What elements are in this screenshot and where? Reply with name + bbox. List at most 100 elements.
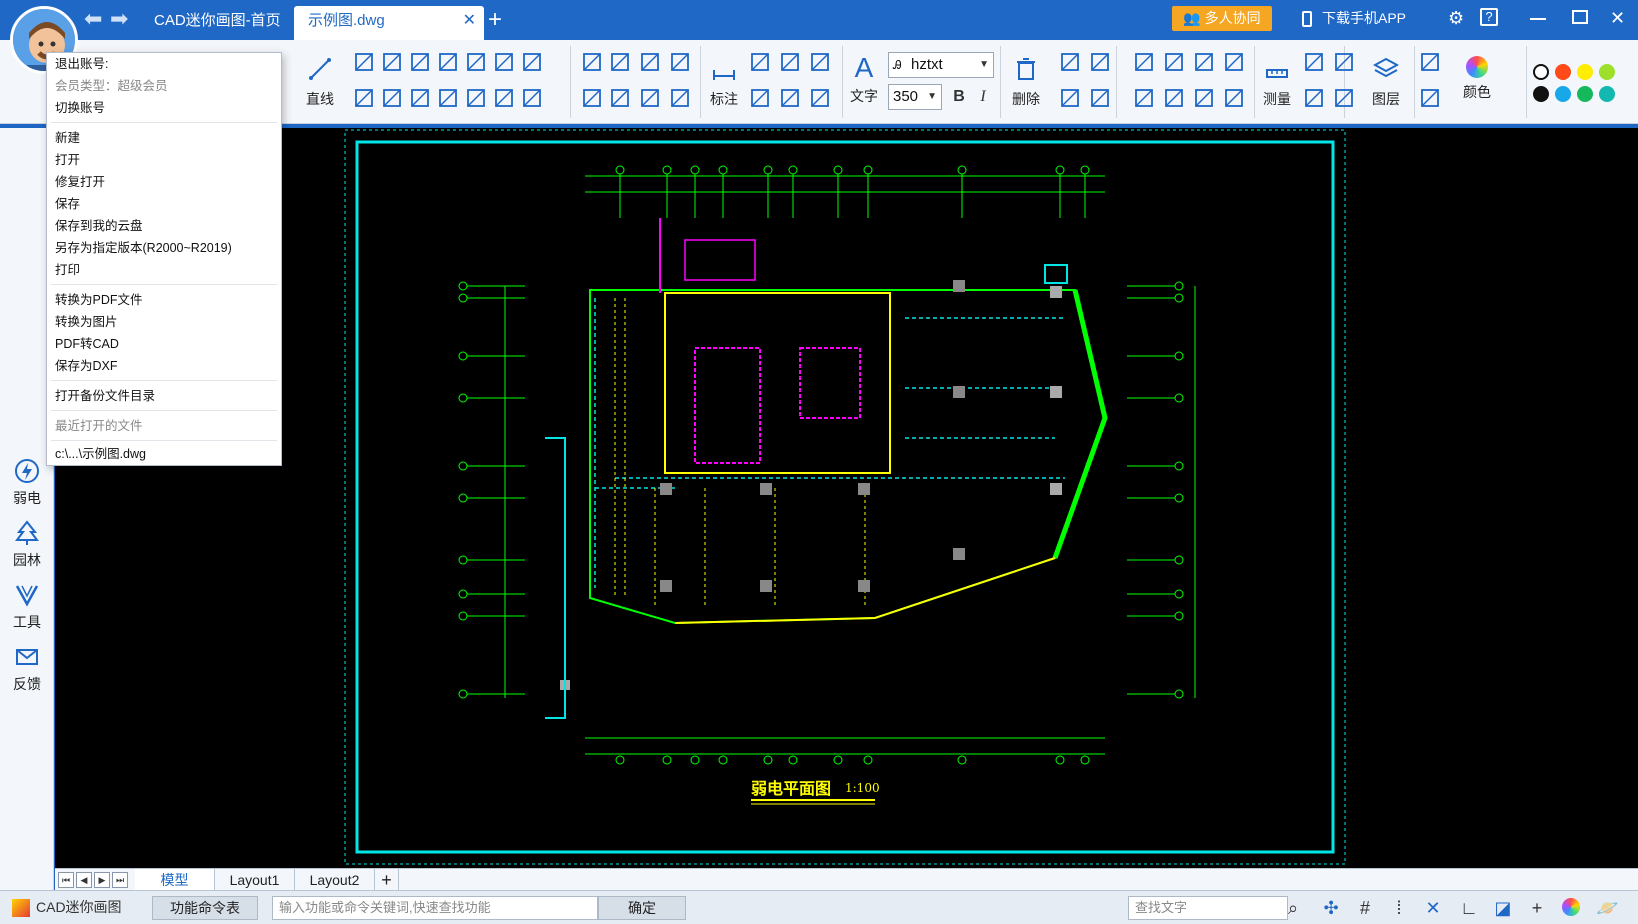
- rotate-tool-icon[interactable]: [1330, 48, 1356, 74]
- window-close-icon[interactable]: ✕: [1610, 8, 1625, 28]
- trim-tool-icon[interactable]: [434, 48, 460, 74]
- menu-item-save-as-version[interactable]: 另存为指定版本(R2000~R2019): [55, 239, 232, 257]
- copy-tool-icon[interactable]: [406, 84, 432, 110]
- tab-model[interactable]: 模型: [135, 869, 215, 891]
- download-app-button[interactable]: 下载手机APP: [1302, 8, 1406, 28]
- search-icon[interactable]: ⌕: [1282, 898, 1304, 920]
- menu-item-to-pdf[interactable]: 转换为PDF文件: [55, 291, 143, 309]
- swatch-red[interactable]: [1555, 64, 1571, 80]
- menu-item-logout[interactable]: 退出账号:: [55, 55, 108, 73]
- layer-tool[interactable]: 图层: [1368, 56, 1404, 109]
- swatch-yellow[interactable]: [1577, 64, 1593, 80]
- color-tool[interactable]: 颜色: [1460, 56, 1494, 102]
- rotate-tool-icon[interactable]: [490, 48, 516, 74]
- draft-icon[interactable]: ◪: [1492, 898, 1514, 920]
- menu-item-switch-account[interactable]: 切换账号: [55, 99, 105, 117]
- copy-tool-icon[interactable]: [1190, 84, 1216, 110]
- menu-item-save[interactable]: 保存: [55, 195, 80, 213]
- tab-home[interactable]: CAD迷你画图-首页: [140, 6, 290, 40]
- snap-icon[interactable]: ✣: [1320, 898, 1342, 920]
- table-tool-icon[interactable]: [1086, 84, 1112, 110]
- help-icon[interactable]: ?: [1480, 8, 1498, 26]
- back-arrow-icon[interactable]: ⬅: [84, 8, 102, 30]
- trim-tool-icon[interactable]: [746, 48, 772, 74]
- move-tool-icon[interactable]: [1190, 48, 1216, 74]
- arc-tool-icon[interactable]: [606, 84, 632, 110]
- swatch-teal[interactable]: [1599, 86, 1615, 102]
- minimize-icon[interactable]: [1530, 18, 1546, 20]
- menu-item-repair-open[interactable]: 修复打开: [55, 173, 105, 191]
- circle-tool-icon[interactable]: [636, 84, 662, 110]
- trim-tool-icon[interactable]: [1220, 48, 1246, 74]
- tab-layout1[interactable]: Layout1: [215, 869, 295, 891]
- rect-tool-icon[interactable]: [1160, 48, 1186, 74]
- polyline-tool-icon[interactable]: [350, 48, 376, 74]
- polyline-tool-icon[interactable]: [606, 48, 632, 74]
- hatch-tool-icon[interactable]: [1300, 84, 1326, 110]
- menu-item-save-dxf[interactable]: 保存为DXF: [55, 357, 118, 375]
- mirror-tool-icon[interactable]: [1330, 84, 1356, 110]
- orbit-icon[interactable]: 🪐: [1596, 898, 1618, 920]
- forward-arrow-icon[interactable]: ➡: [110, 8, 128, 30]
- first-tab-icon[interactable]: ⏮: [58, 872, 74, 888]
- extend-tool-icon[interactable]: [776, 48, 802, 74]
- ok-button[interactable]: 确定: [598, 896, 686, 920]
- menu-item-recent-file[interactable]: c:\...\示例图.dwg: [55, 445, 146, 463]
- swatch-green[interactable]: [1577, 86, 1593, 102]
- next-tab-icon[interactable]: ▶: [94, 872, 110, 888]
- tab-file[interactable]: 示例图.dwg ✕: [294, 6, 484, 40]
- swatch-white[interactable]: [1533, 64, 1549, 80]
- offset-tool-icon[interactable]: [1220, 84, 1246, 110]
- table-tool-icon[interactable]: [578, 84, 604, 110]
- menu-item-new[interactable]: 新建: [55, 129, 80, 147]
- copy-tool-icon[interactable]: [666, 84, 692, 110]
- prev-tab-icon[interactable]: ◀: [76, 872, 92, 888]
- tab-layout2[interactable]: Layout2: [295, 869, 375, 891]
- sidebar-item-garden[interactable]: 园林: [0, 520, 54, 570]
- extend-tool-icon[interactable]: [462, 48, 488, 74]
- move-tool-icon[interactable]: [666, 48, 692, 74]
- text-tool[interactable]: A 文字: [848, 54, 880, 106]
- cad-drawing[interactable]: 弱电平面图 1:100: [55, 128, 1638, 868]
- sidebar-item-feedback[interactable]: 反馈: [0, 644, 54, 694]
- offset-tool-icon[interactable]: [434, 84, 460, 110]
- menu-item-to-image[interactable]: 转换为图片: [55, 313, 118, 331]
- add-tab-icon[interactable]: +: [488, 6, 502, 34]
- circle-tool-icon[interactable]: [378, 84, 404, 110]
- rotate-tool-icon[interactable]: [806, 48, 832, 74]
- add-layout-icon[interactable]: +: [375, 869, 399, 891]
- bold-button[interactable]: B: [946, 84, 972, 110]
- menu-item-pdf-to-cad[interactable]: PDF转CAD: [55, 335, 119, 353]
- close-icon[interactable]: ✕: [463, 6, 476, 36]
- font-select[interactable]: Ꭿ hztxt ▼: [888, 52, 994, 78]
- drawing-canvas[interactable]: 弱电平面图 1:100: [55, 128, 1638, 868]
- menu-item-open[interactable]: 打开: [55, 151, 80, 169]
- array-tool-icon[interactable]: [518, 84, 544, 110]
- polyline-tool-icon[interactable]: [1130, 48, 1156, 74]
- delete-tool[interactable]: 删除: [1008, 56, 1044, 109]
- insert-tool-icon[interactable]: [1086, 48, 1112, 74]
- ortho-icon[interactable]: ✕: [1422, 898, 1444, 920]
- command-search-input[interactable]: 输入功能或命令关键词,快速查找功能: [272, 896, 598, 920]
- color-wheel-status-icon[interactable]: [1560, 898, 1582, 920]
- hatch-tool-icon[interactable]: [462, 84, 488, 110]
- collaboration-button[interactable]: 👥 多人协同: [1172, 6, 1272, 31]
- mirror-tool-icon[interactable]: [806, 84, 832, 110]
- grid-icon[interactable]: #: [1354, 898, 1376, 920]
- array-tool-icon[interactable]: [1416, 84, 1442, 110]
- last-tab-icon[interactable]: ⏭: [112, 872, 128, 888]
- rect-tool-icon[interactable]: [636, 48, 662, 74]
- sidebar-item-tools[interactable]: 工具: [0, 582, 54, 632]
- font-size-select[interactable]: 350 ▼: [888, 84, 942, 110]
- swatch-lime[interactable]: [1599, 64, 1615, 80]
- rect-tool-icon[interactable]: [378, 48, 404, 74]
- gear-icon[interactable]: ⚙: [1448, 8, 1464, 28]
- menu-item-print[interactable]: 打印: [55, 261, 80, 279]
- menu-item-save-to-cloud[interactable]: 保存到我的云盘: [55, 217, 143, 235]
- arc-tool-icon[interactable]: [1130, 84, 1156, 110]
- angle-icon[interactable]: ∟: [1458, 898, 1480, 920]
- line-tool[interactable]: 直线: [300, 56, 340, 109]
- hatch-tool-icon[interactable]: [776, 84, 802, 110]
- measure-tool[interactable]: 测量: [1258, 56, 1296, 109]
- dot-grid-icon[interactable]: ⁞: [1388, 898, 1410, 920]
